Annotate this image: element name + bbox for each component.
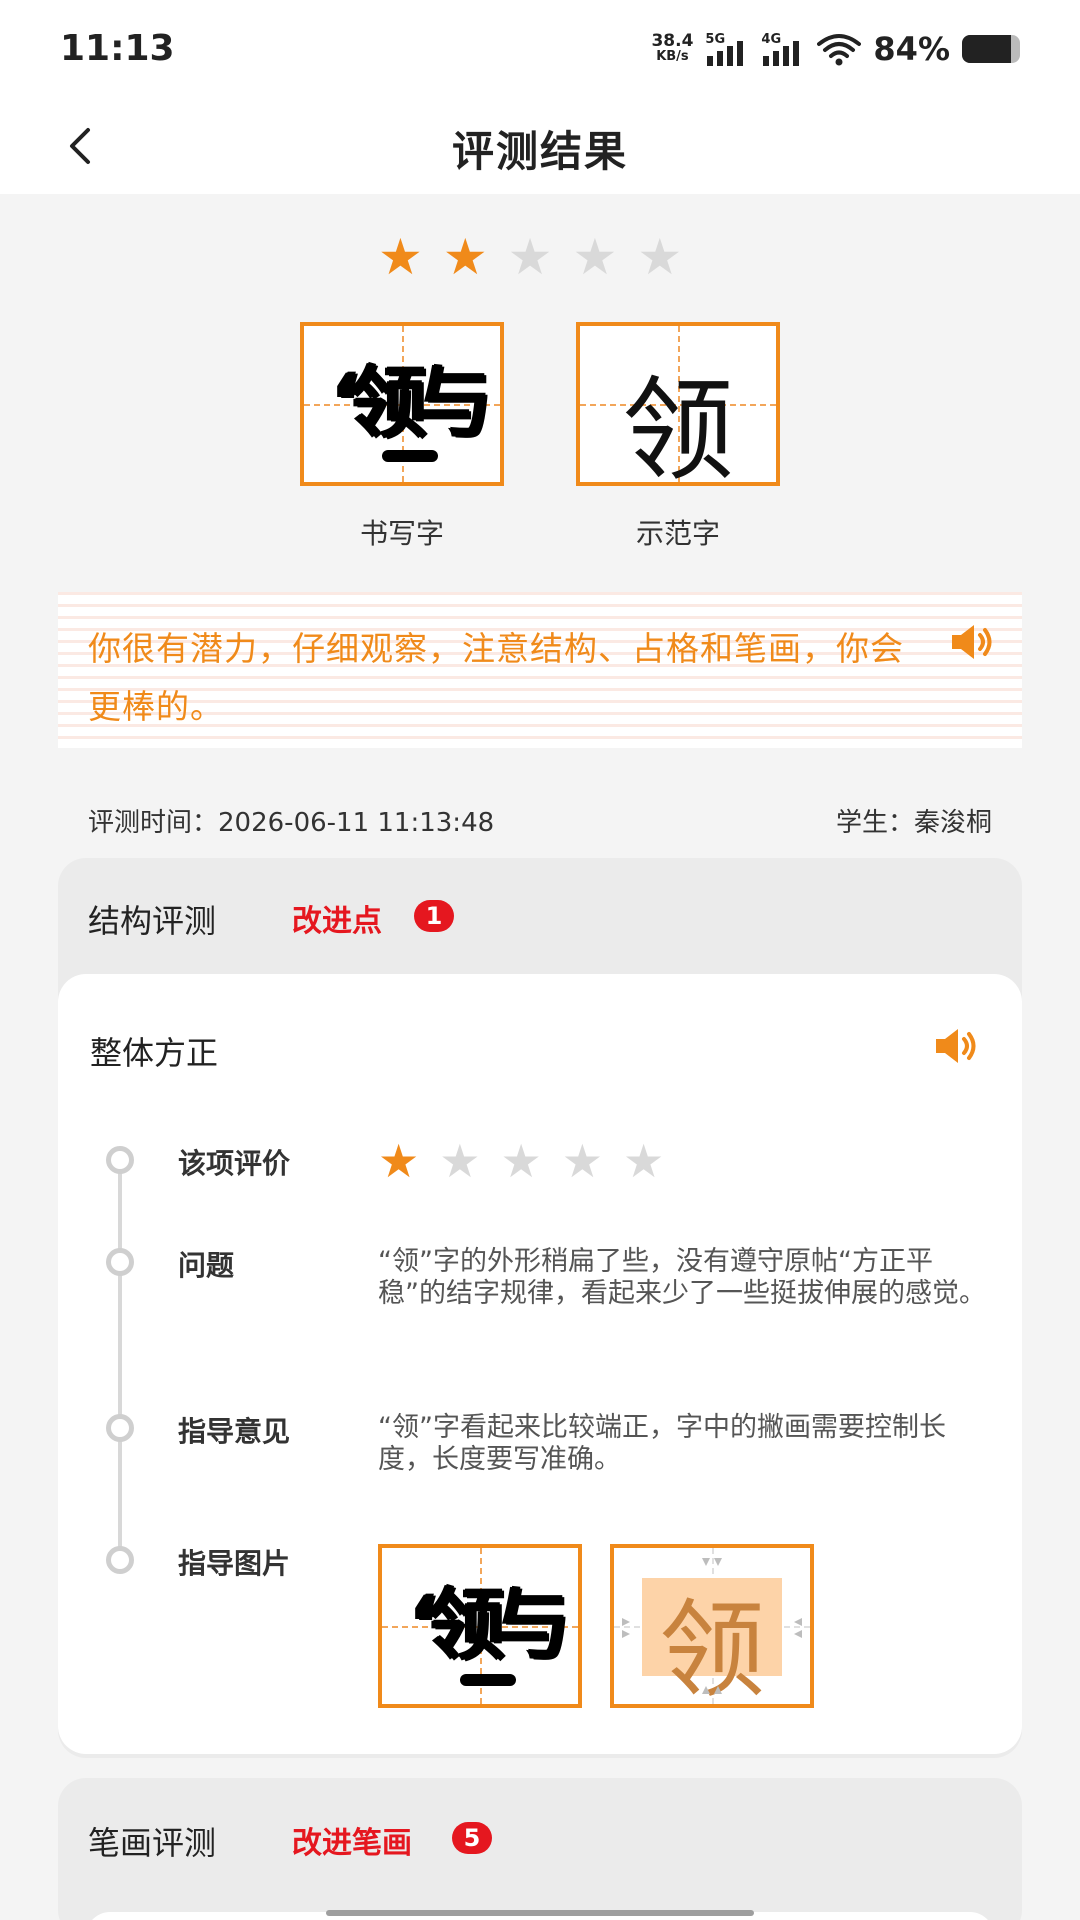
written-char-smudge [382, 450, 438, 462]
guide-written-char: ‘领与 [409, 1580, 571, 1670]
battery-percent: 84% [873, 30, 950, 68]
status-bar: 11:13 38.4 KB/s 5G 4G 84% [0, 0, 1080, 100]
structure-improve-badge: 1 [414, 900, 454, 932]
eval-time: 评测时间：2026-06-11 11:13:48 [88, 802, 494, 839]
item-star-empty-icon: ★ [439, 1134, 481, 1188]
signal-5g-label: 5G [705, 32, 726, 47]
header: 评测结果 [0, 100, 1080, 194]
eval-time-value: 2026-06-11 11:13:48 [218, 808, 495, 838]
signal-5g-icon: 5G [705, 32, 749, 66]
feedback-text: 你很有潜力，仔细观察，注意结构、占格和笔画，你会更棒的。 [88, 629, 904, 726]
model-char-box[interactable]: 领 [576, 322, 780, 486]
timeline-dot [106, 1546, 134, 1574]
overall-star-filled-icon: ★ [442, 228, 488, 286]
problem-label: 问题 [178, 1249, 235, 1282]
model-char-image: 领 [622, 366, 734, 486]
structure-speaker-button[interactable] [934, 1026, 980, 1066]
item-star-empty-icon: ★ [623, 1134, 665, 1188]
signal-4g-icon: 4G [761, 32, 805, 66]
item-rating: ★ ★ ★ ★ ★ [378, 1138, 664, 1184]
item-star-filled-icon: ★ [378, 1134, 420, 1188]
item-star-empty-icon: ★ [561, 1134, 603, 1188]
eval-time-label: 评测时间： [88, 808, 219, 838]
feedback-speaker-button[interactable] [950, 622, 996, 662]
feedback-box: 你很有潜力，仔细观察，注意结构、占格和笔画，你会更棒的。 [58, 592, 1022, 748]
item-rating-label: 该项评价 [178, 1147, 291, 1180]
item-star-empty-icon: ★ [500, 1134, 542, 1188]
written-char-label: 书写字 [359, 517, 444, 550]
structure-improve-tag[interactable]: 改进点 [292, 896, 382, 940]
overall-star-empty-icon: ★ [507, 228, 553, 286]
timeline-dot [106, 1414, 134, 1442]
network-speed-unit: KB/s [656, 49, 689, 64]
status-icons: 38.4 KB/s 5G 4G 84% [651, 30, 1020, 68]
stroke-improve-tag[interactable]: 改进笔画 [292, 1818, 412, 1862]
status-time: 11:13 [60, 28, 175, 69]
structure-card-title: 整体方正 [90, 1034, 219, 1072]
guidance-label: 指导意见 [178, 1415, 291, 1448]
written-char-box[interactable]: ‘领与 [300, 322, 504, 486]
network-speed: 38.4 KB/s [651, 31, 694, 65]
student-label: 学生： [835, 808, 914, 838]
overall-rating: ★ ★ ★ ★ ★ [378, 232, 682, 282]
student-info: 学生：秦浚桐 [836, 802, 992, 839]
signal-4g-label: 4G [761, 32, 782, 47]
timeline-dot [106, 1146, 134, 1174]
home-indicator[interactable] [326, 1910, 754, 1916]
model-char-label: 示范字 [635, 517, 720, 550]
overall-star-filled-icon: ★ [378, 228, 423, 286]
guide-image-label: 指导图片 [178, 1547, 291, 1580]
resize-arrows-icon [622, 1558, 802, 1694]
guidance-text: “领”字看起来比较端正，字中的撇画需要控制长度，长度要写准确。 [378, 1412, 946, 1475]
overall-star-empty-icon: ★ [572, 228, 618, 286]
structure-section-title: 结构评测 [88, 902, 217, 940]
timeline-dot [106, 1248, 134, 1276]
stroke-section-title: 笔画评测 [88, 1824, 217, 1862]
battery-fill [962, 35, 1011, 63]
student-name: 秦浚桐 [913, 808, 992, 838]
page-title: 评测结果 [451, 127, 628, 176]
timeline-line [118, 1158, 122, 1558]
guide-image-written[interactable]: ‘领与 [378, 1544, 582, 1708]
guide-image-model[interactable]: 领 [610, 1544, 814, 1708]
stroke-improve-badge: 5 [452, 1822, 492, 1854]
written-char-image: ‘领与 [331, 358, 493, 448]
stroke-section: 笔画评测 改进笔画 5 [58, 1778, 1022, 1920]
wifi-icon [817, 34, 862, 66]
network-speed-value: 38.4 [651, 31, 694, 51]
battery-icon [962, 35, 1020, 63]
problem-text: “领”字的外形稍扁了些，没有遵守原帖“方正平稳”的结字规律，看起来少了一些挺拔伸… [378, 1246, 986, 1309]
overall-star-empty-icon: ★ [637, 228, 683, 286]
